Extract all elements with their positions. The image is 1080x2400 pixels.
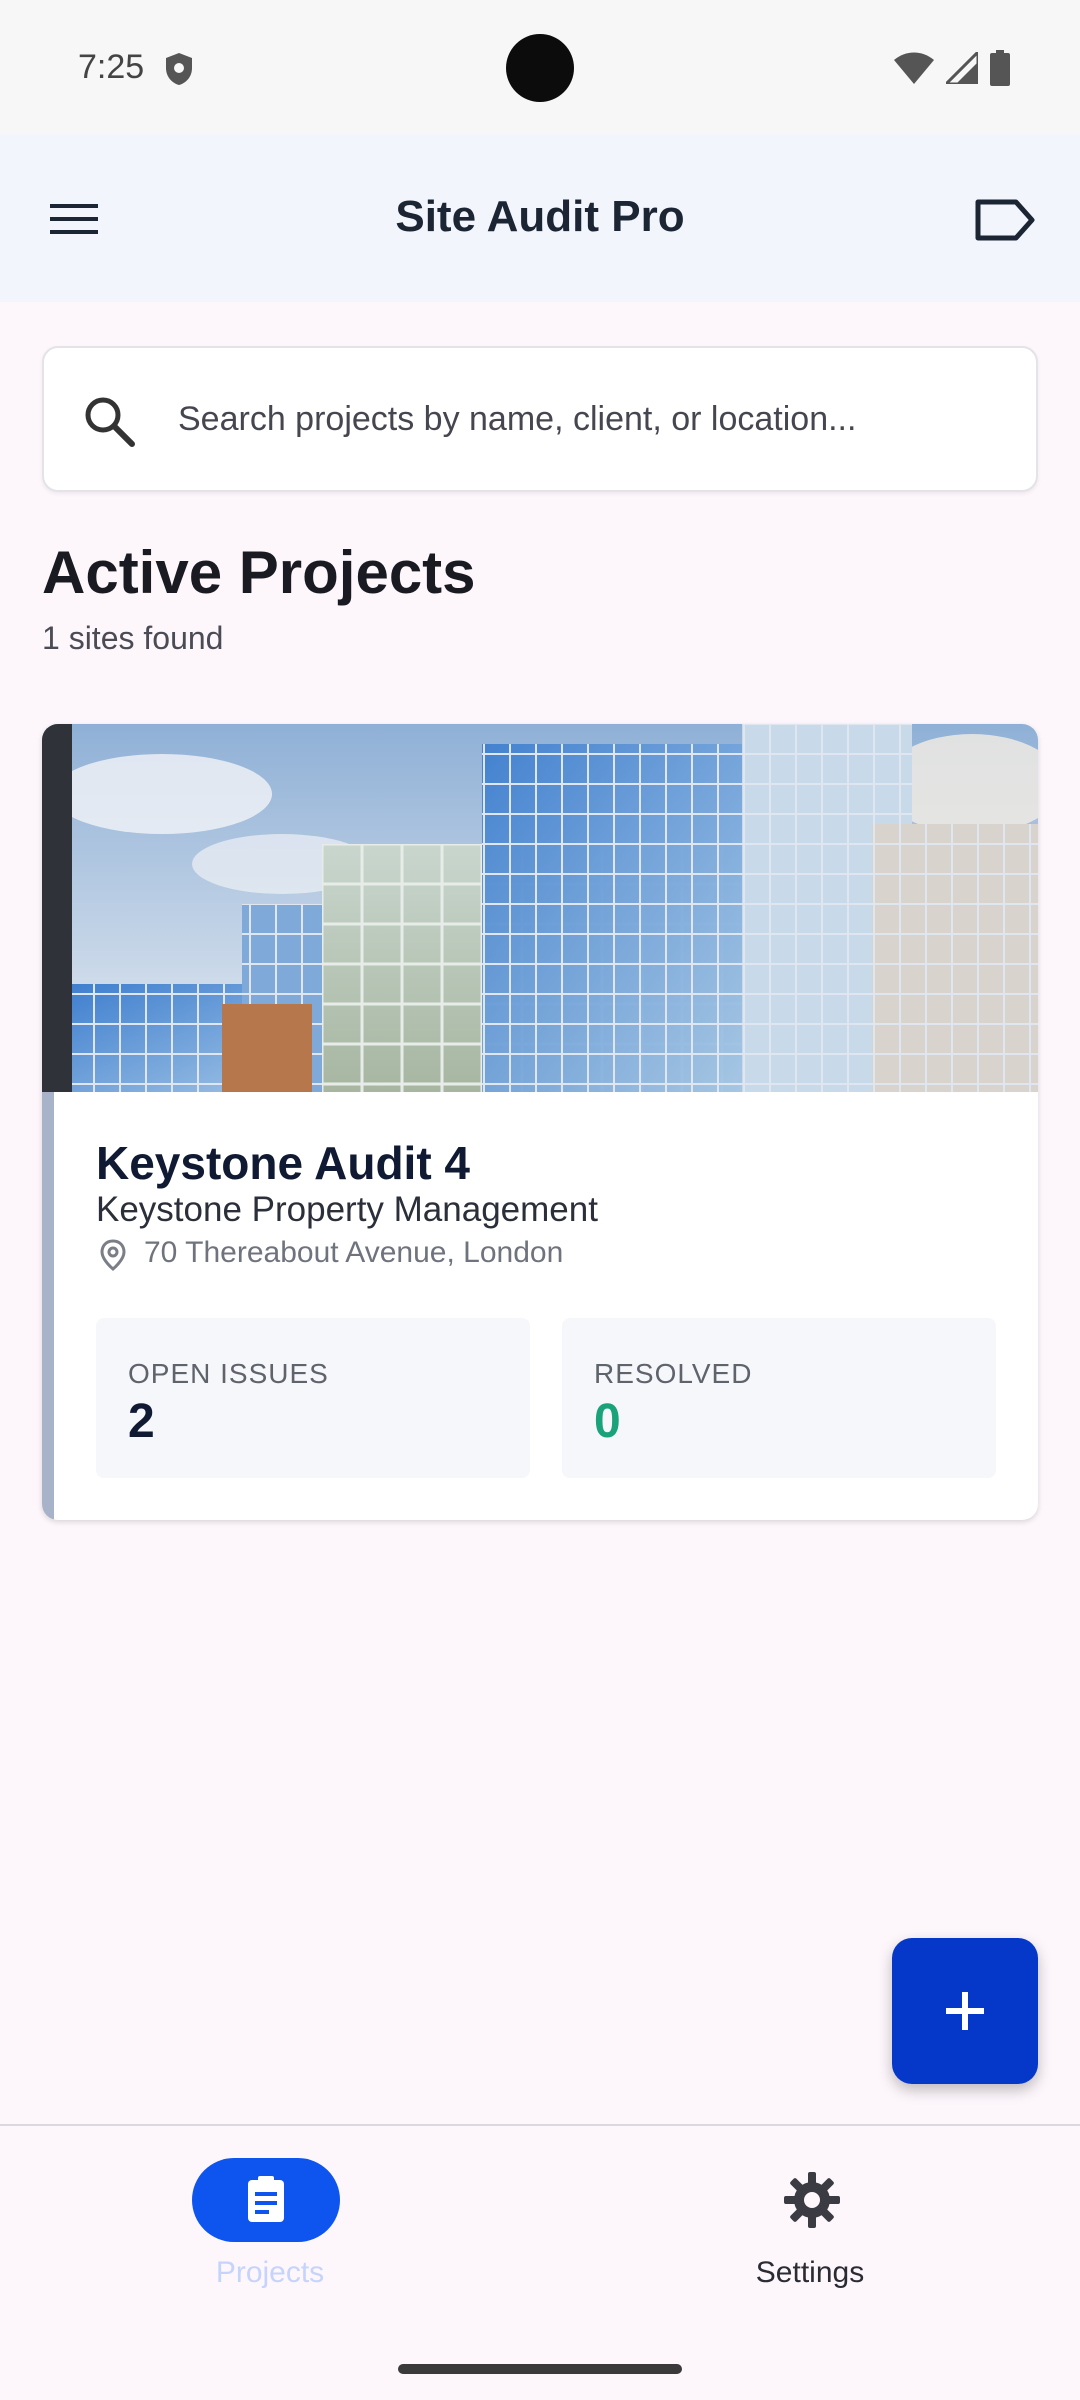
search-bar[interactable] — [42, 346, 1038, 492]
clipboard-icon — [248, 2176, 284, 2222]
project-card[interactable]: Keystone Audit 4 Keystone Property Manag… — [42, 724, 1038, 1520]
app-bar: Site Audit Pro — [0, 134, 1080, 302]
open-issues-stat: OPEN ISSUES 2 — [96, 1318, 530, 1478]
project-address: 70 Thereabout Avenue, London — [144, 1236, 564, 1269]
shield-icon — [166, 53, 192, 85]
gear-icon — [784, 2172, 840, 2228]
card-accent-bar — [42, 1092, 54, 1520]
project-client: Keystone Property Management — [96, 1190, 598, 1229]
camera-cutout — [506, 34, 574, 102]
nav-label-projects: Projects — [215, 2256, 325, 2289]
open-issues-label: OPEN ISSUES — [128, 1358, 329, 1389]
bottom-navigation: Projects Settings — [0, 2124, 1080, 2400]
app-title: Site Audit Pro — [395, 192, 685, 241]
building-photo — [42, 724, 1038, 1092]
label-icon[interactable] — [970, 190, 1040, 250]
page-title: Active Projects — [42, 539, 476, 606]
status-bar: 7:25 — [0, 0, 1080, 134]
resolved-stat: RESOLVED 0 — [562, 1318, 996, 1478]
signal-icon — [946, 52, 978, 84]
nav-item-projects[interactable]: Projects — [0, 2126, 540, 2326]
search-input[interactable] — [178, 348, 1018, 490]
nav-item-settings[interactable]: Settings — [540, 2126, 1080, 2326]
add-project-button[interactable] — [892, 1938, 1038, 2084]
resolved-value: 0 — [594, 1395, 621, 1448]
location-pin-icon — [100, 1239, 126, 1271]
nav-label-settings: Settings — [755, 2256, 865, 2289]
open-issues-value: 2 — [128, 1395, 155, 1448]
home-indicator[interactable] — [398, 2364, 682, 2374]
wifi-icon — [894, 52, 934, 84]
status-time: 7:25 — [78, 48, 145, 86]
plus-icon — [946, 1992, 984, 2030]
status-icons — [894, 50, 1010, 86]
search-icon — [85, 397, 135, 447]
results-count: 1 sites found — [42, 620, 224, 656]
nav-active-indicator — [192, 2158, 340, 2242]
resolved-label: RESOLVED — [594, 1358, 753, 1389]
battery-icon — [990, 50, 1010, 86]
project-name: Keystone Audit 4 — [96, 1137, 471, 1189]
